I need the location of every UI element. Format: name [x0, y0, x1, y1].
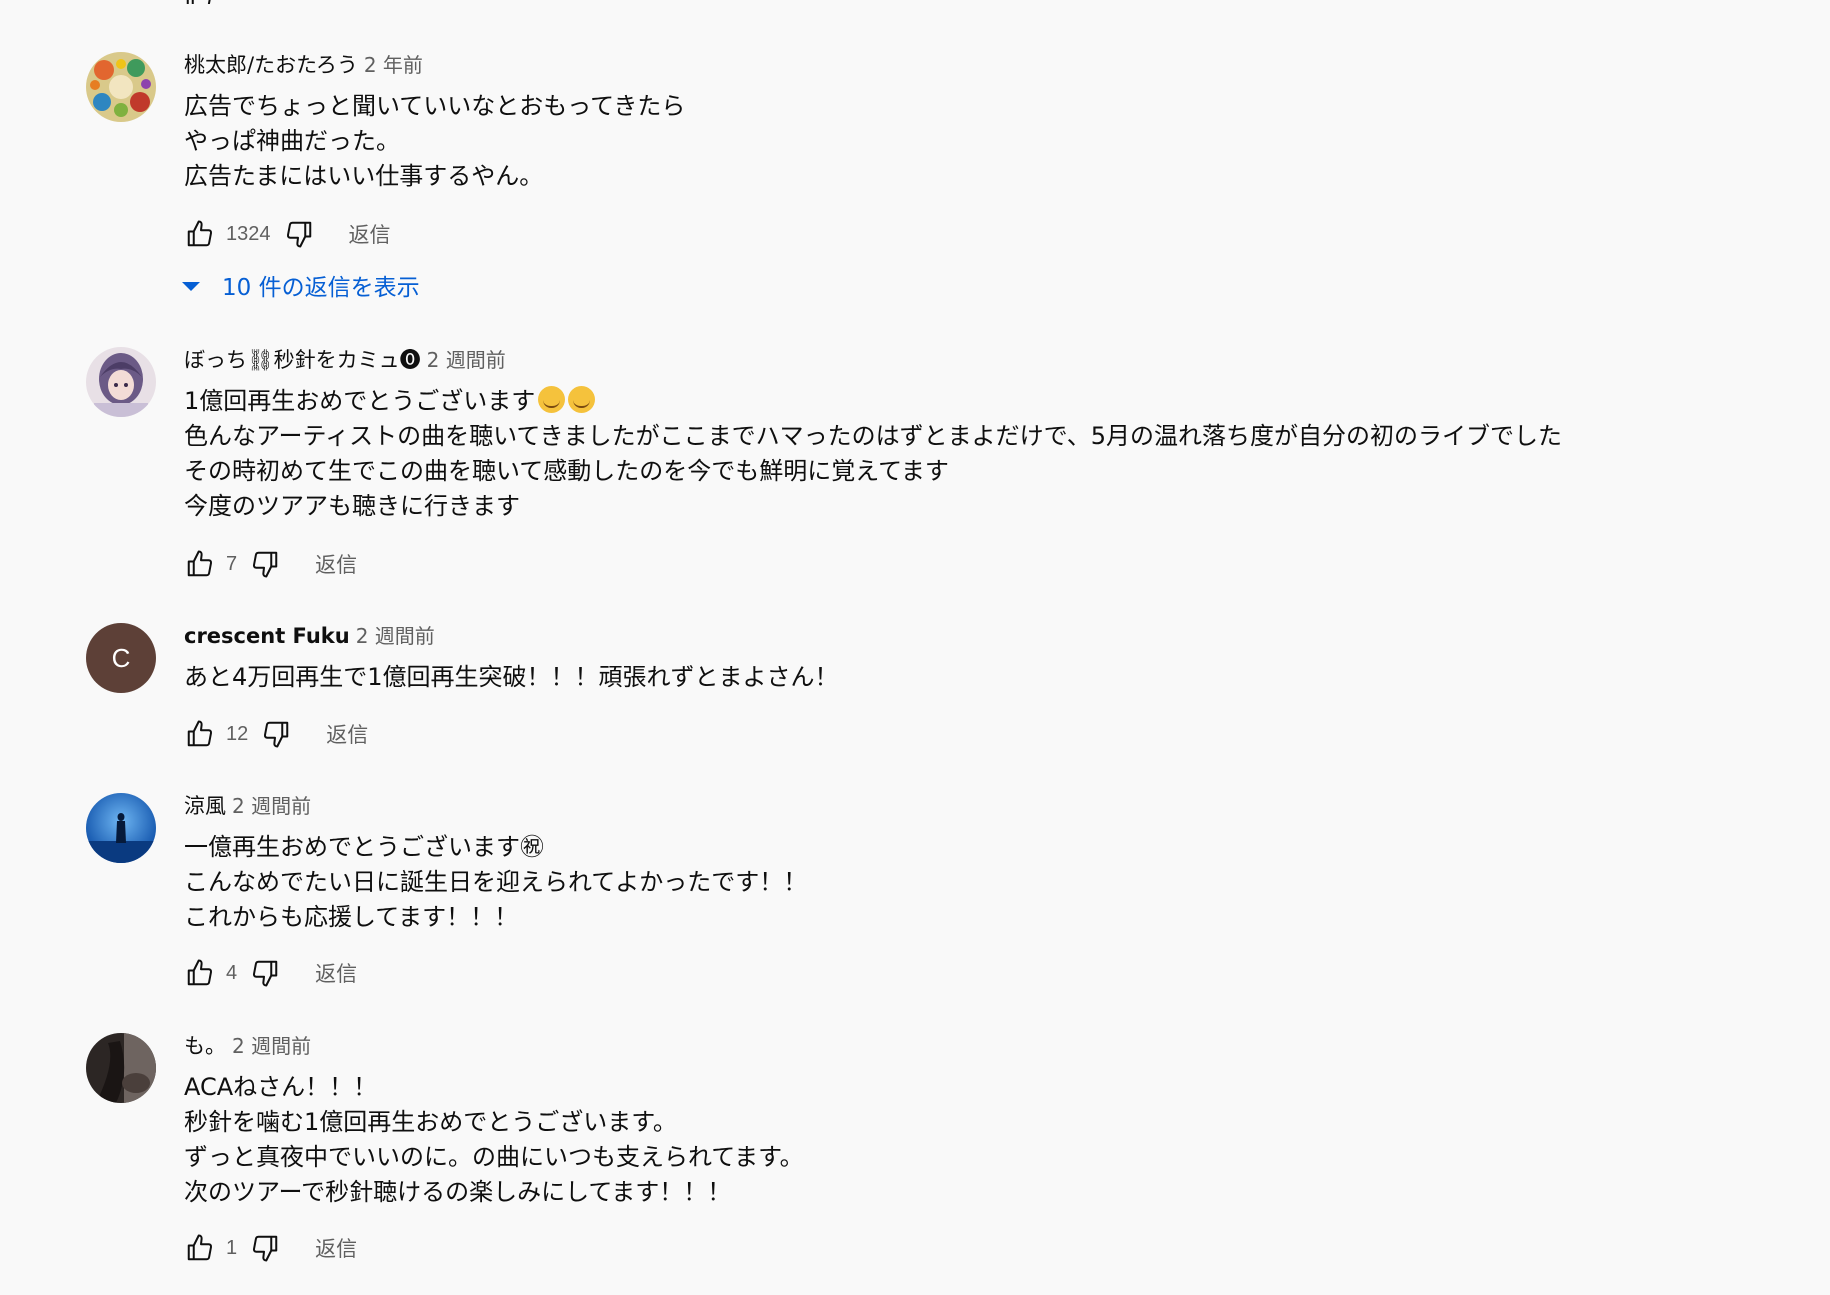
comment-line: 次のツアーで秒針聴けるの楽しみにしてます！！！	[184, 1178, 732, 1206]
comment-actions: 4 返信	[184, 957, 357, 989]
like-button[interactable]	[184, 548, 216, 580]
like-icon	[187, 1234, 213, 1261]
dislike-button[interactable]	[249, 548, 281, 580]
comment-text: 広告でちょっと聞いていいなとおもってきたら やっぱ神曲だった。 広告たまにはいい…	[184, 89, 685, 194]
smiling-face-with-hearts-emoji-icon	[568, 386, 596, 413]
comment-header: crescent Fuku 2 週間前	[184, 623, 435, 649]
reply-button[interactable]: 返信	[315, 958, 357, 988]
like-count: 1	[226, 1236, 238, 1259]
avatar-letter: C	[111, 643, 131, 673]
dark-photo-avatar-icon	[86, 1033, 156, 1103]
comment-header: も。 2 週間前	[184, 1033, 311, 1059]
like-count: 1324	[226, 222, 271, 245]
avatar[interactable]	[86, 52, 156, 122]
comment-time[interactable]: 2 週間前	[232, 794, 311, 818]
like-icon	[187, 720, 213, 747]
anime-character-avatar-icon	[86, 347, 156, 417]
comment-line: 一億再生おめでとうございます㊗	[184, 833, 544, 861]
like-icon	[187, 550, 213, 577]
comment-line: 広告でちょっと聞いていいなとおもってきたら	[184, 92, 686, 120]
comment-actions: 12 返信	[184, 718, 368, 750]
dislike-icon	[264, 721, 289, 748]
comment-line: ずっと真夜中でいいのに。の曲にいつも支えられてます。	[184, 1143, 804, 1171]
reply-button[interactable]: 返信	[349, 219, 391, 249]
comment-line: これからも応援してます！！！	[184, 903, 519, 931]
dislike-icon	[286, 221, 311, 248]
dislike-button[interactable]	[260, 718, 292, 750]
caret-down-icon	[182, 281, 200, 291]
like-icon	[187, 959, 213, 986]
comment-line: あと4万回再生で1億回再生突破！！！頑張れずとまよさん！	[184, 663, 839, 691]
like-button[interactable]	[184, 718, 216, 750]
comment-time[interactable]: 2 週間前	[356, 624, 435, 648]
comment-line: こんなめでたい日に誕生日を迎えられてよかったです！！	[184, 868, 808, 896]
comment-line: 広告たまにはいい仕事するやん。	[184, 162, 544, 190]
comment-actions: 7 返信	[184, 548, 357, 580]
comment-time[interactable]: 2 年前	[364, 53, 423, 77]
view-replies-button[interactable]: 10 件の返信を表示	[182, 268, 420, 302]
previous-comment-actions-partial	[184, 0, 214, 4]
comment-line: やっぱ神曲だった。	[184, 127, 400, 155]
comment-line: 1億回再生おめでとうございます	[184, 384, 1562, 419]
reply-button[interactable]: 返信	[315, 549, 357, 579]
comment-line: 色んなアーティストの曲を聴いてきましたがここまでハマったのはずとまよだけで、5月…	[184, 422, 1562, 450]
dislike-icon	[253, 960, 278, 987]
like-button[interactable]	[184, 218, 216, 250]
comment-actions: 1 返信	[184, 1232, 357, 1264]
comment-text: 1億回再生おめでとうございます 色んなアーティストの曲を聴いてきましたがここまで…	[184, 384, 1562, 524]
avatar[interactable]	[86, 347, 156, 417]
like-count: 12	[226, 722, 249, 745]
dislike-button[interactable]	[283, 218, 315, 250]
comment-header: 涼風 2 週間前	[184, 793, 311, 819]
comment-time[interactable]: 2 週間前	[232, 1034, 311, 1058]
comment-header: 桃太郎/たおたろう 2 年前	[184, 52, 423, 78]
comment-author[interactable]: crescent Fuku	[184, 624, 350, 648]
like-count: 4	[226, 961, 238, 984]
dislike-icon	[253, 551, 278, 578]
comment-line: その時初めて生でこの曲を聴いて感動したのを今でも鮮明に覚えてます	[184, 457, 949, 485]
reply-button[interactable]: 返信	[315, 1233, 357, 1263]
like-button[interactable]	[184, 957, 216, 989]
comment-text: ACAねさん！！！ 秒針を噛む1億回再生おめでとうございます。 ずっと真夜中でい…	[184, 1070, 804, 1210]
like-icon	[187, 220, 213, 247]
comment-header: ぼっち⛓秒針をカミュ⓿ 2 週間前	[184, 347, 506, 373]
comment-author[interactable]: 涼風	[184, 794, 226, 818]
comment-line: ACAねさん！！！	[184, 1073, 378, 1101]
comment-author[interactable]: 桃太郎/たおたろう	[184, 53, 358, 77]
dislike-button[interactable]	[249, 957, 281, 989]
avatar[interactable]	[86, 793, 156, 863]
comment-author[interactable]: ぼっち⛓秒針をカミュ⓿	[184, 348, 421, 372]
comment-author[interactable]: も。	[184, 1034, 226, 1058]
smiling-face-with-hearts-emoji-icon	[538, 386, 566, 413]
comment-line: 秒針を噛む1億回再生おめでとうございます。	[184, 1108, 677, 1136]
like-icon[interactable]	[184, 0, 214, 4]
blue-sky-silhouette-avatar-icon	[86, 793, 156, 863]
like-button[interactable]	[184, 1232, 216, 1264]
comment-text: 一億再生おめでとうございます㊗ こんなめでたい日に誕生日を迎えられてよかったです…	[184, 830, 807, 935]
view-replies-label: 10 件の返信を表示	[222, 275, 420, 301]
comment-text: あと4万回再生で1億回再生突破！！！頑張れずとまよさん！	[184, 660, 839, 695]
comment-line: 今度のツアアも聴きに行きます	[184, 492, 520, 520]
comment-line-text: 1億回再生おめでとうございます	[184, 387, 536, 415]
comment-time[interactable]: 2 週間前	[427, 348, 506, 372]
colorful-illustration-avatar-icon	[86, 52, 156, 122]
avatar[interactable]: C	[86, 623, 156, 693]
avatar[interactable]	[86, 1033, 156, 1103]
comment-actions: 1324 返信	[184, 218, 391, 250]
dislike-icon	[253, 1235, 278, 1262]
reply-button[interactable]: 返信	[326, 719, 368, 749]
like-count: 7	[226, 552, 238, 575]
dislike-button[interactable]	[249, 1232, 281, 1264]
